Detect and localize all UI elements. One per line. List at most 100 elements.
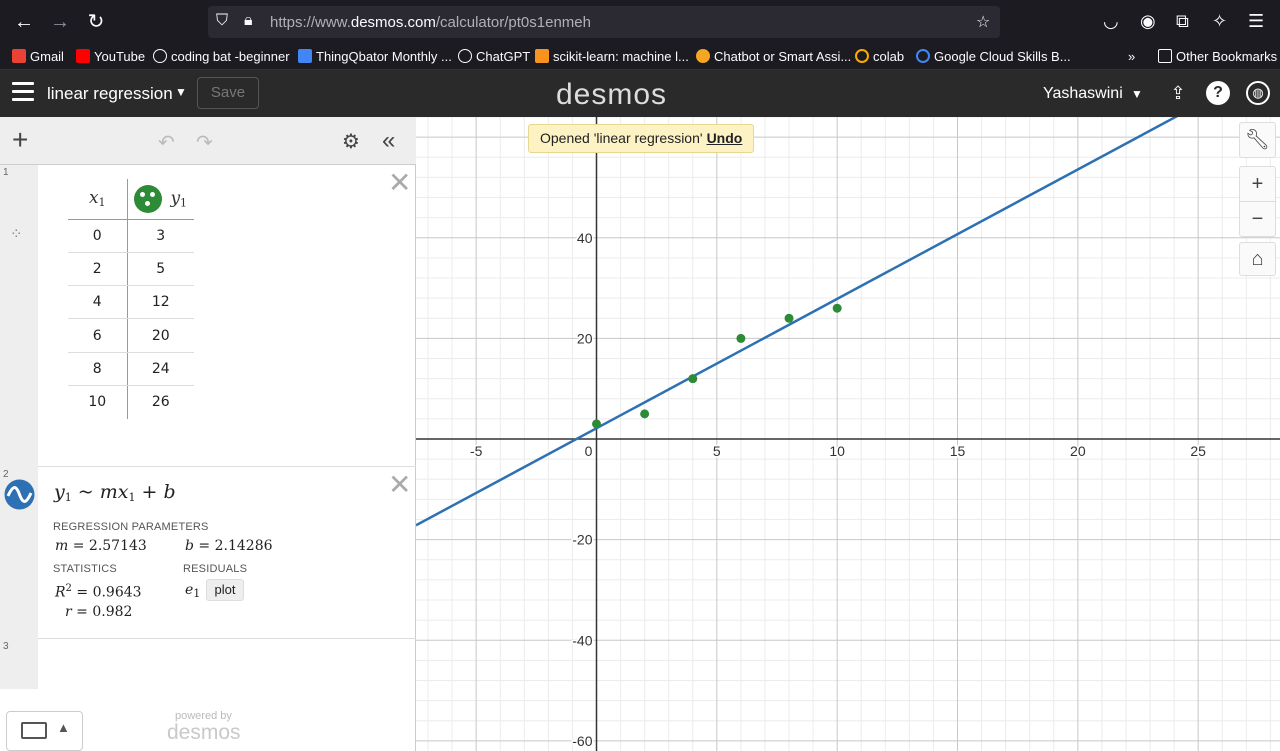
undo-icon[interactable]: ↶	[158, 130, 175, 155]
bookmark-colab[interactable]: colab	[855, 49, 904, 64]
extensions-icon[interactable]: ⧉	[1176, 11, 1189, 32]
table-cell-y[interactable]: 3	[127, 219, 194, 253]
table-cell-y[interactable]: 20	[127, 318, 194, 353]
bookmark-scikit-learn[interactable]: scikit-learn: machine l...	[535, 49, 689, 64]
column-header-y[interactable]: y1	[127, 179, 194, 220]
data-point	[640, 409, 650, 419]
pocket-icon[interactable]: ◡	[1103, 11, 1119, 32]
scikit-learn-icon	[535, 49, 549, 63]
gear-icon[interactable]: ⚙	[342, 129, 360, 154]
toast-undo-link[interactable]: Undo	[707, 130, 743, 146]
graph-paper[interactable]: -5 0 5 10 15 20 25 40 20 -20 -40 -60	[415, 59, 1280, 751]
collapse-list-icon[interactable]: «	[382, 127, 395, 155]
table-cell-x[interactable]: 10	[68, 385, 128, 419]
share-icon[interactable]: ⇪	[1166, 81, 1190, 105]
bookmark-star-icon[interactable]: ☆	[976, 12, 990, 32]
other-bookmarks[interactable]: Other Bookmarks	[1158, 49, 1277, 64]
data-table: x1 y1 0 3 2 5 4 12 6 20 8 24 10 26	[68, 179, 194, 419]
table-cell-x[interactable]: 0	[68, 219, 128, 253]
table-header-row: x1 y1	[68, 179, 194, 220]
expression-number: 3	[3, 641, 9, 652]
url-text[interactable]: https://www.desmos.com/calculator/pt0s1e…	[270, 14, 591, 31]
bookmark-chatbot[interactable]: Chatbot or Smart Assi...	[696, 49, 851, 64]
zoom-out-icon[interactable]: −	[1239, 201, 1276, 237]
address-bar[interactable]: ⛉ 🔒︎ https://www.desmos.com/calculator/p…	[208, 6, 1000, 38]
zoom-in-icon[interactable]: +	[1239, 166, 1276, 202]
expression-empty[interactable]: 3	[0, 639, 416, 689]
reload-icon[interactable]: ↻	[84, 10, 108, 34]
plot-residuals-button[interactable]: plot	[206, 579, 244, 601]
app-menu-icon[interactable]: ☰	[1248, 11, 1264, 32]
table-cell-y[interactable]: 12	[127, 285, 194, 320]
r-squared-value: 0.9643	[92, 584, 142, 601]
x-tick-label: 10	[829, 443, 845, 459]
redo-icon[interactable]: ↷	[196, 130, 213, 155]
help-icon[interactable]: ?	[1206, 81, 1230, 105]
forward-arrow-icon[interactable]: →	[48, 10, 72, 34]
powered-by-logo[interactable]: desmos	[167, 721, 241, 745]
graph-title[interactable]: linear regression	[47, 84, 173, 104]
table-body: 0 3 2 5 4 12 6 20 8 24 10 26	[68, 219, 194, 419]
addon-icon[interactable]: ✧	[1212, 11, 1227, 32]
delete-expression-icon[interactable]: ✕	[388, 471, 411, 499]
x-tick-label: 15	[950, 443, 966, 459]
bookmark-label: scikit-learn: machine l...	[553, 49, 689, 64]
expression-toolbar: + ↶ ↷ ⚙ «	[0, 117, 416, 165]
language-globe-icon[interactable]: ◍	[1246, 81, 1270, 105]
chatgpt-icon	[458, 49, 472, 63]
table-cell-x[interactable]: 4	[68, 285, 128, 320]
keypad-toggle-button[interactable]: ▲	[6, 711, 83, 751]
column-header-x[interactable]: x1	[68, 179, 128, 220]
y-tick-label: 20	[577, 330, 593, 346]
bookmarks-bar: Gmail YouTube coding bat -beginner Thing…	[0, 44, 1280, 70]
bookmark-thingqbator[interactable]: ThingQbator Monthly ...	[298, 49, 452, 64]
table-cell-x[interactable]: 8	[68, 352, 128, 386]
add-item-button[interactable]: +	[12, 126, 28, 154]
table-cell-x[interactable]: 6	[68, 318, 128, 353]
lock-icon[interactable]: 🔒︎	[244, 12, 253, 30]
hamburger-menu-icon[interactable]	[12, 82, 34, 102]
table-row: 8 24	[68, 352, 194, 386]
param-m-value: 2.57143	[88, 538, 147, 554]
bookmark-label: YouTube	[94, 49, 146, 64]
bookmark-label: coding bat -beginner	[171, 49, 290, 64]
regression-line-icon[interactable]	[4, 479, 35, 510]
youtube-icon	[76, 49, 90, 63]
point-style-icon[interactable]	[134, 184, 163, 213]
bookmark-youtube[interactable]: YouTube	[76, 49, 145, 64]
bookmark-label: colab	[873, 49, 905, 64]
home-icon[interactable]: ⌂	[1239, 242, 1276, 276]
shield-icon[interactable]: ⛉	[216, 12, 228, 30]
expression-gutter: 3	[0, 639, 38, 689]
user-dropdown-icon[interactable]: ▼	[1131, 87, 1143, 101]
expression-table[interactable]: 1 ⁘ ⊕ ✕ x1 y1 03254126208241026	[0, 165, 416, 505]
expression-number: 1	[3, 167, 9, 178]
table-cell-y[interactable]: 26	[127, 385, 194, 418]
account-icon[interactable]: ◉	[1140, 11, 1156, 32]
bookmark-google-cloud[interactable]: Google Cloud Skills B...	[916, 49, 1071, 64]
bookmark-label: Gmail	[30, 49, 64, 64]
table-cell-y[interactable]: 5	[127, 252, 194, 287]
back-arrow-icon[interactable]: ←	[12, 10, 36, 34]
table-cell-y[interactable]: 24	[127, 352, 194, 386]
bookmark-gmail[interactable]: Gmail	[12, 49, 64, 64]
x-tick-label: 5	[713, 443, 721, 459]
graph-settings-wrench-icon[interactable]: 🔧︎	[1239, 122, 1276, 158]
bookmark-coding-bat[interactable]: coding bat -beginner	[153, 49, 290, 64]
bookmark-chatgpt[interactable]: ChatGPT	[458, 49, 530, 64]
desmos-logo: desmos	[556, 78, 668, 111]
save-button[interactable]: Save	[197, 77, 259, 109]
bookmark-label: Google Cloud Skills B...	[934, 49, 1071, 64]
bookmarks-overflow-icon[interactable]: »	[1128, 49, 1135, 64]
title-dropdown-icon[interactable]: ▼	[175, 85, 187, 99]
user-menu[interactable]: Yashaswini	[1043, 85, 1123, 103]
delete-expression-icon[interactable]: ✕	[388, 169, 411, 197]
expression-regression[interactable]: 2 ✕ y1 ~ mx1 + b REGRESSION PARAMETERS m…	[0, 467, 416, 639]
x-tick-label: 20	[1070, 443, 1086, 459]
param-b-value: 2.14286	[214, 538, 273, 554]
table-cell-x[interactable]: 2	[68, 252, 128, 287]
globe-icon	[153, 49, 167, 63]
colab-icon	[855, 49, 869, 63]
graph-canvas[interactable]: -5 0 5 10 15 20 25 40 20 -20 -40 -60	[415, 59, 1280, 751]
regression-formula[interactable]: y1 ~ mx1 + b	[54, 481, 176, 504]
